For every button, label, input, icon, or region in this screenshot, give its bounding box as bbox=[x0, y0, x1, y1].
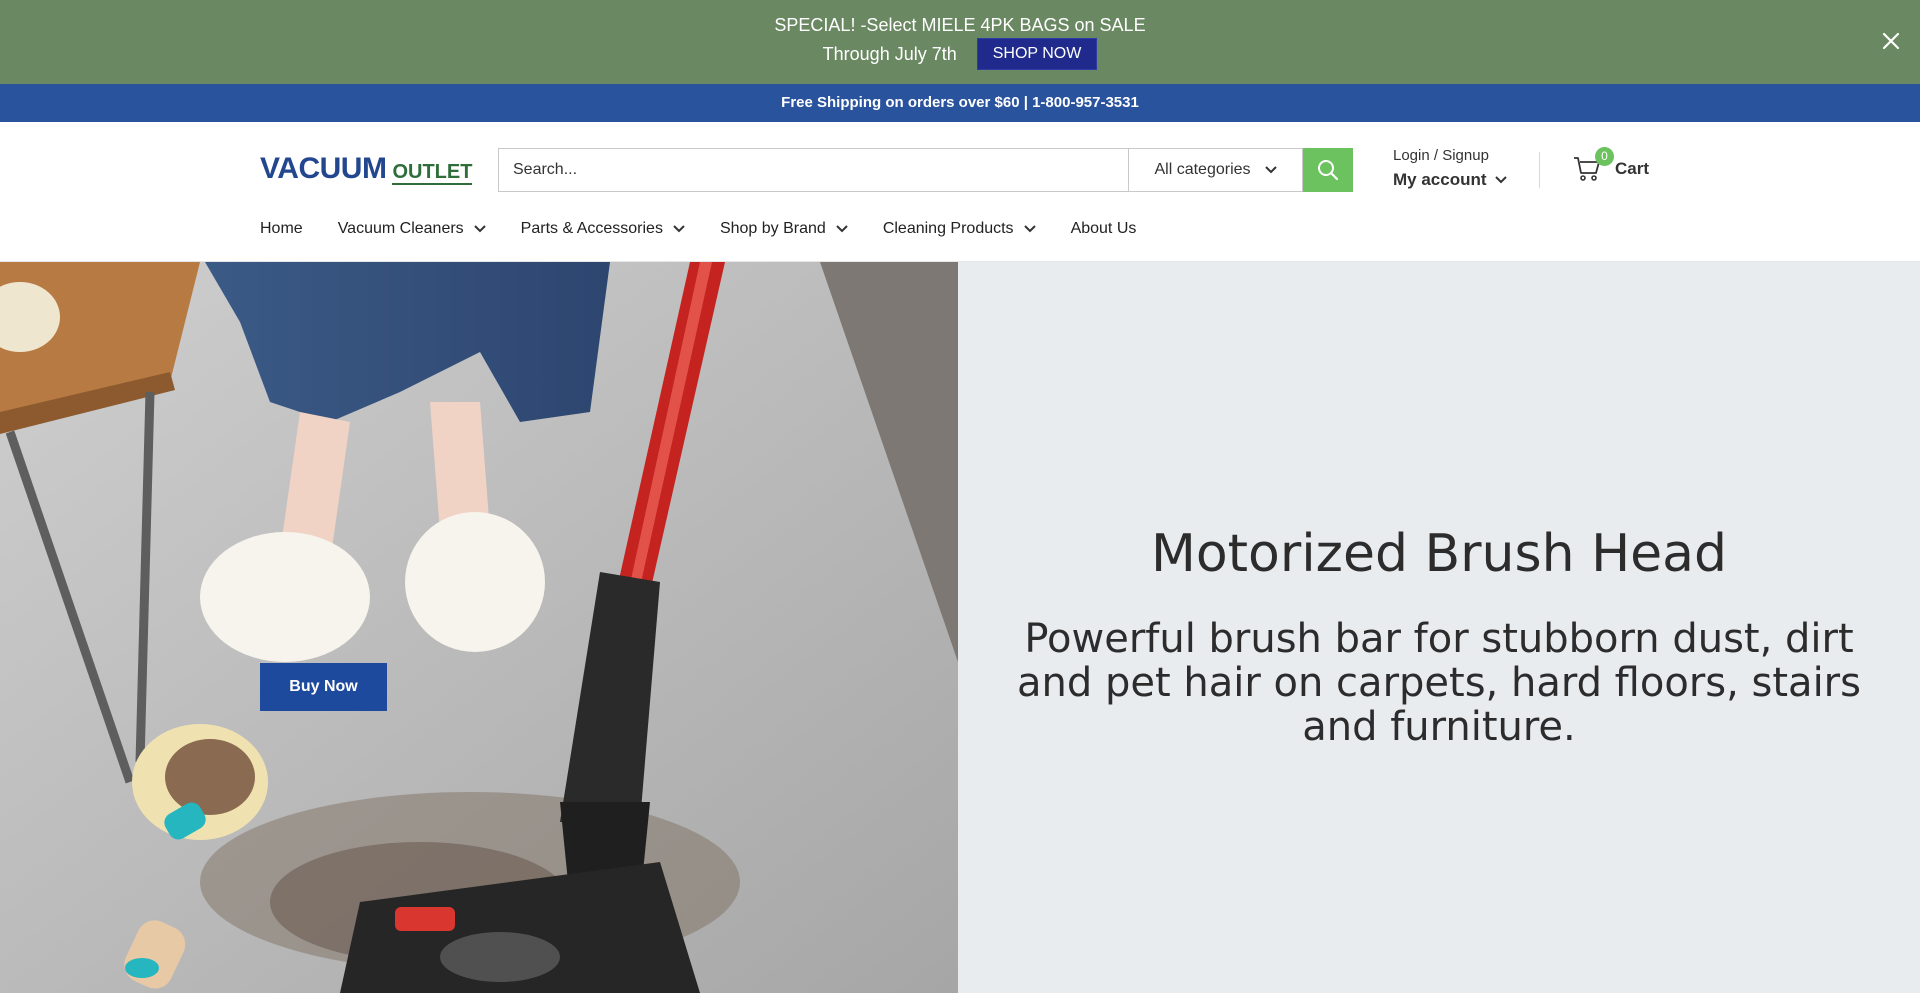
site-header: VACUUM OUTLET All categories Login / Sig… bbox=[0, 122, 1920, 262]
chevron-down-icon bbox=[473, 225, 486, 233]
nav-item-label: Home bbox=[260, 220, 303, 237]
category-select[interactable]: All categories bbox=[1128, 148, 1303, 192]
close-icon[interactable] bbox=[1878, 28, 1904, 54]
hero-image bbox=[0, 262, 958, 993]
hero-title: Motorized Brush Head bbox=[1150, 524, 1728, 584]
search-input[interactable] bbox=[498, 148, 1128, 192]
hero-copy-panel: Motorized Brush Head Powerful brush bar … bbox=[958, 262, 1920, 993]
my-account-dropdown[interactable]: My account bbox=[1393, 170, 1507, 190]
account-menu[interactable]: Login / Signup My account bbox=[1393, 147, 1507, 190]
nav-item-about-us[interactable]: About Us bbox=[1071, 220, 1137, 238]
promo-bar: SPECIAL! -Select MIELE 4PK BAGS on SALE … bbox=[0, 0, 1920, 84]
hero-photo-illustration bbox=[0, 262, 958, 993]
chevron-down-icon bbox=[1023, 225, 1036, 233]
my-account-label: My account bbox=[1393, 170, 1487, 189]
cart-label: Cart bbox=[1615, 159, 1650, 178]
main-nav: Home Vacuum Cleaners Parts & Accessories… bbox=[260, 220, 1171, 238]
nav-item-parts-accessories[interactable]: Parts & Accessories bbox=[521, 220, 685, 238]
chevron-down-icon bbox=[1264, 166, 1277, 174]
promo-headline: SPECIAL! -Select MIELE 4PK BAGS on SALE bbox=[774, 15, 1146, 35]
nav-item-label: Parts & Accessories bbox=[520, 220, 663, 237]
shipping-bar: Free Shipping on orders over $60 | 1-800… bbox=[0, 84, 1920, 122]
nav-item-label: Shop by Brand bbox=[719, 220, 826, 237]
chevron-down-icon bbox=[1494, 176, 1507, 184]
nav-item-vacuum-cleaners[interactable]: Vacuum Cleaners bbox=[338, 220, 486, 238]
search-button[interactable] bbox=[1303, 148, 1353, 192]
chevron-down-icon bbox=[836, 225, 848, 233]
buy-now-button[interactable]: Buy Now bbox=[260, 663, 387, 711]
logo-text-outlet: OUTLET bbox=[392, 161, 473, 185]
nav-item-label: Cleaning Products bbox=[882, 220, 1014, 237]
login-signup-link[interactable]: Login / Signup bbox=[1393, 147, 1507, 164]
promo-date-text: Through July 7th bbox=[822, 43, 957, 64]
nav-item-cleaning-products[interactable]: Cleaning Products bbox=[883, 220, 1036, 238]
cart-icon-wrap: 0 bbox=[1573, 147, 1614, 183]
cart-count-badge: 0 bbox=[1595, 147, 1614, 166]
logo[interactable]: VACUUM OUTLET bbox=[260, 152, 473, 188]
nav-item-label: About Us bbox=[1070, 220, 1137, 237]
chevron-down-icon bbox=[673, 225, 685, 233]
nav-item-home[interactable]: Home bbox=[260, 220, 303, 238]
search-bar: All categories bbox=[498, 148, 1353, 192]
shop-now-button[interactable]: SHOP NOW bbox=[976, 38, 1098, 70]
promo-subline: Through July 7th SHOP NOW bbox=[0, 38, 1920, 70]
logo-text-vacuum: VACUUM bbox=[260, 152, 387, 185]
hero-subtitle: Powerful brush bar for stubborn dust, di… bbox=[1017, 616, 1861, 750]
category-select-label: All categories bbox=[1154, 161, 1251, 178]
nav-item-shop-by-brand[interactable]: Shop by Brand bbox=[720, 220, 848, 238]
cart-button[interactable]: 0 Cart bbox=[1573, 147, 1650, 183]
search-icon bbox=[1318, 160, 1339, 181]
header-divider bbox=[1539, 152, 1540, 188]
nav-item-label: Vacuum Cleaners bbox=[337, 220, 464, 237]
